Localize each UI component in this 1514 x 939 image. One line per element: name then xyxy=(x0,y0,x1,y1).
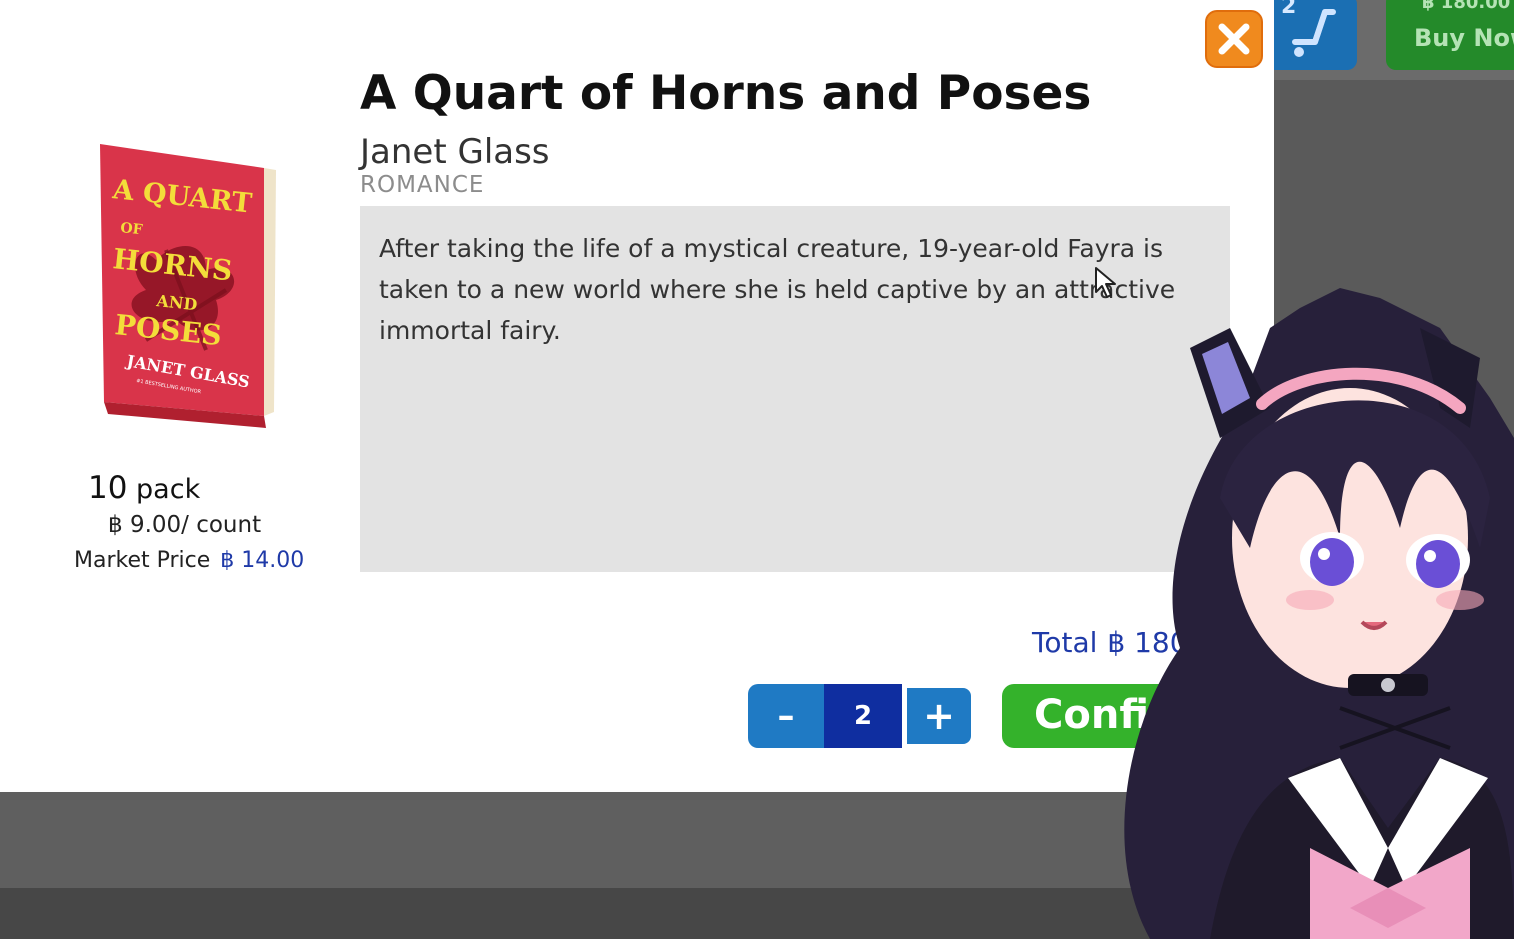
book-cover-image: A QUART OF HORNS AND POSES JANET GLASS #… xyxy=(100,144,276,428)
pack-label: pack xyxy=(136,474,201,505)
close-icon xyxy=(1218,23,1250,55)
decrease-quantity-button[interactable]: – xyxy=(748,684,824,748)
increase-quantity-button[interactable]: + xyxy=(907,688,971,744)
pack-count: 10 xyxy=(88,470,128,506)
buy-now-button[interactable]: ฿ 180.00 Buy Now xyxy=(1386,0,1514,70)
unit-price: ฿ 9.00/ count xyxy=(108,512,262,538)
market-price-row: Market Price ฿ 14.00 xyxy=(74,548,304,573)
buy-now-price: ฿ 180.00 xyxy=(1422,0,1511,13)
close-button[interactable] xyxy=(1205,10,1263,68)
market-price-label: Market Price xyxy=(74,548,211,573)
cover-title-line-2: OF xyxy=(120,220,144,238)
quantity-field[interactable]: 2 xyxy=(824,684,902,748)
product-genre: ROMANCE xyxy=(360,172,485,198)
buy-now-label: Buy Now xyxy=(1414,24,1514,52)
product-title: A Quart of Horns and Poses xyxy=(360,66,1092,121)
cart-icon xyxy=(1292,9,1336,57)
vtuber-avatar-image xyxy=(1124,288,1514,939)
cart-button[interactable]: 2 xyxy=(1265,0,1357,70)
market-price-value: ฿ 14.00 xyxy=(220,548,305,573)
product-author: Janet Glass xyxy=(360,132,550,172)
pack-size: 10 pack xyxy=(88,470,200,506)
